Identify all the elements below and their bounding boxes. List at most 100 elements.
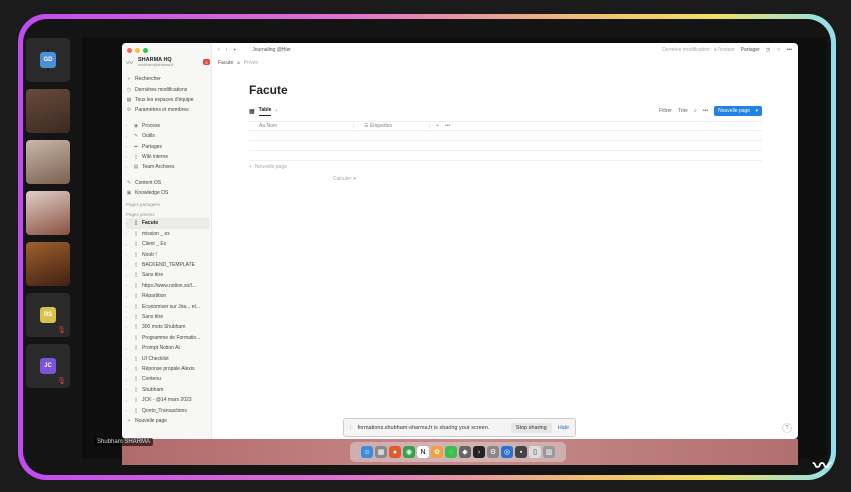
chevron-right-icon[interactable]: › bbox=[126, 123, 130, 128]
sidebar-item[interactable]: › ▯ 300 mots Shubham bbox=[126, 322, 210, 332]
chevron-right-icon[interactable]: › bbox=[126, 387, 130, 392]
sidebar-item[interactable]: › ▯ Prompt Notion AI bbox=[126, 343, 210, 353]
page-title[interactable]: Facute bbox=[249, 83, 288, 97]
sidebar-item[interactable]: › ▯ Sans titre bbox=[126, 270, 210, 280]
sidebar-item[interactable]: › ▯ Economiser sur Jira... et... bbox=[126, 301, 210, 311]
photos-icon[interactable]: ✿ bbox=[431, 446, 443, 458]
sidebar-item[interactable]: ▣ Knowledge OS bbox=[126, 188, 210, 198]
launchpad-icon[interactable]: ▦ bbox=[375, 446, 387, 458]
sidebar-item[interactable]: › ▯ Facute bbox=[126, 218, 210, 229]
sidebar-item[interactable]: › ▤ Team Archives bbox=[126, 162, 210, 172]
comments-icon[interactable]: ◷ bbox=[766, 47, 770, 53]
finder-icon[interactable]: ☺ bbox=[361, 446, 373, 458]
new-tab-icon[interactable]: + bbox=[233, 47, 236, 53]
chevron-right-icon[interactable]: › bbox=[126, 294, 130, 299]
workspace-switcher[interactable]: 〰 SHARMA HQ shubham@sharma.fr 5 bbox=[126, 57, 210, 67]
tab-table[interactable]: Table bbox=[258, 107, 272, 116]
sidebar-item[interactable]: › ▯ Shubham bbox=[126, 385, 210, 395]
chevron-right-icon[interactable]: › bbox=[126, 165, 130, 170]
favorite-star-icon[interactable]: ☆ bbox=[776, 47, 780, 53]
sidebar-new-page-button[interactable]: + Nouvelle page bbox=[126, 416, 210, 426]
participant-tile[interactable] bbox=[26, 89, 70, 133]
participant-tile[interactable] bbox=[26, 242, 70, 286]
back-arrow-icon[interactable]: ‹ bbox=[218, 47, 220, 53]
participant-tile[interactable] bbox=[26, 140, 70, 184]
sidebar-item[interactable]: › ▯ Programme de Formatio... bbox=[126, 333, 210, 343]
sidebar-item[interactable]: › ▯ Noob ! bbox=[126, 249, 210, 259]
settings-icon[interactable]: ⚙ bbox=[487, 446, 499, 458]
sidebar-item[interactable]: › ▯ Réponse propale Alexis bbox=[126, 364, 210, 374]
stop-sharing-button[interactable]: Stop sharing bbox=[510, 422, 552, 433]
col-name[interactable]: Aa Nom bbox=[249, 123, 353, 129]
chevron-right-icon[interactable]: › bbox=[126, 335, 130, 340]
sidebar-item[interactable]: › ▯ BACKEND_TEMPLATE bbox=[126, 260, 210, 270]
sidebar-item[interactable]: › ▯ Client _ Ex bbox=[126, 239, 210, 249]
app-orange-icon[interactable]: ● bbox=[389, 446, 401, 458]
column-more-icon[interactable]: ••• bbox=[445, 123, 450, 129]
sidebar-item[interactable]: › ➦ Partages bbox=[126, 141, 210, 151]
filter-button[interactable]: Filtrer bbox=[659, 108, 672, 114]
help-button[interactable]: ? bbox=[782, 423, 792, 433]
privacy-label[interactable]: Privée bbox=[244, 60, 258, 66]
sidebar-item[interactable]: › ▯ Wiki interne bbox=[126, 152, 210, 162]
sidebar-item[interactable]: › ▯ JCK - @14 mars 2023 bbox=[126, 395, 210, 405]
sidebar-item[interactable]: › ▯ mission _ ex bbox=[126, 229, 210, 239]
sidebar-item[interactable]: ✎ Content OS bbox=[126, 178, 210, 188]
chevron-right-icon[interactable]: › bbox=[126, 273, 130, 278]
table-row[interactable] bbox=[249, 131, 762, 141]
chevron-right-icon[interactable]: › bbox=[126, 242, 130, 247]
maximize-window-button[interactable] bbox=[143, 48, 148, 53]
minimize-window-button[interactable] bbox=[135, 48, 140, 53]
share-button[interactable]: Partager bbox=[741, 47, 760, 53]
participant-tile[interactable] bbox=[26, 191, 70, 235]
tab-journaling[interactable]: Journaling @Hier bbox=[252, 47, 291, 53]
chevron-right-icon[interactable]: › bbox=[126, 252, 130, 257]
sidebar-item[interactable]: ⌕ Rechercher bbox=[126, 74, 210, 84]
chevron-right-icon[interactable]: › bbox=[126, 398, 130, 403]
sidebar-item[interactable]: › ▯ https://www.notion.so/l... bbox=[126, 281, 210, 291]
chevron-right-icon[interactable]: › bbox=[126, 315, 130, 320]
chevron-right-icon[interactable]: › bbox=[126, 408, 130, 413]
document-icon[interactable]: ▯ bbox=[529, 446, 541, 458]
chevron-right-icon[interactable]: › bbox=[126, 263, 130, 268]
table-row[interactable] bbox=[249, 141, 762, 151]
forward-arrow-icon[interactable]: › bbox=[226, 47, 228, 53]
sort-button[interactable]: Trier bbox=[678, 108, 688, 114]
participant-tile[interactable]: JC 🎙︎ bbox=[26, 344, 70, 388]
participant-tile[interactable]: RS 🎙︎ bbox=[26, 293, 70, 337]
calculate-button[interactable]: Calculer ▾ bbox=[249, 173, 762, 185]
messages-icon[interactable]: ◌ bbox=[445, 446, 457, 458]
chevron-right-icon[interactable]: › bbox=[126, 283, 130, 288]
sidebar-item[interactable]: ◷ Dernières modifications bbox=[126, 84, 210, 94]
chevron-right-icon[interactable]: › bbox=[126, 356, 130, 361]
new-page-button[interactable]: Nouvelle page ▾ bbox=[714, 106, 762, 116]
sidebar-item[interactable]: ▦ Tous les espaces d'équipe bbox=[126, 95, 210, 105]
sidebar-item[interactable]: › ▯ UI Checklist bbox=[126, 353, 210, 363]
add-column-icon[interactable]: + bbox=[429, 123, 445, 129]
app-blue-icon[interactable]: ◎ bbox=[501, 446, 513, 458]
drag-handle-icon[interactable]: ⁞ bbox=[350, 425, 352, 431]
chevron-right-icon[interactable]: › bbox=[126, 366, 130, 371]
table-row[interactable] bbox=[249, 151, 762, 161]
chevron-right-icon[interactable]: › bbox=[126, 154, 130, 159]
chevron-right-icon[interactable]: › bbox=[126, 304, 130, 309]
new-row-button[interactable]: + Nouvelle page bbox=[249, 161, 762, 173]
notion-icon[interactable]: N bbox=[417, 446, 429, 458]
chevron-right-icon[interactable]: › bbox=[126, 144, 130, 149]
search-icon[interactable]: ⌕ bbox=[694, 108, 697, 114]
chevron-right-icon[interactable]: › bbox=[126, 377, 130, 382]
participant-tile[interactable]: GD bbox=[26, 38, 70, 82]
col-tags[interactable]: ☰ Étiquettes bbox=[353, 123, 429, 129]
chevron-right-icon[interactable]: › bbox=[126, 231, 130, 236]
chevron-right-icon[interactable]: › bbox=[126, 221, 130, 226]
more-icon[interactable]: ••• bbox=[703, 108, 708, 114]
sidebar-item[interactable]: › ◉ Process bbox=[126, 121, 210, 131]
app-icon[interactable]: ◆ bbox=[459, 446, 471, 458]
add-view-icon[interactable]: + bbox=[275, 108, 278, 114]
close-window-button[interactable] bbox=[127, 48, 132, 53]
sidebar-item[interactable]: › ✎ Outils bbox=[126, 131, 210, 141]
chevron-right-icon[interactable]: › bbox=[126, 134, 130, 139]
more-options-icon[interactable]: ••• bbox=[787, 47, 792, 53]
chevron-right-icon[interactable]: › bbox=[126, 346, 130, 351]
app-dark-icon[interactable]: ▪ bbox=[515, 446, 527, 458]
